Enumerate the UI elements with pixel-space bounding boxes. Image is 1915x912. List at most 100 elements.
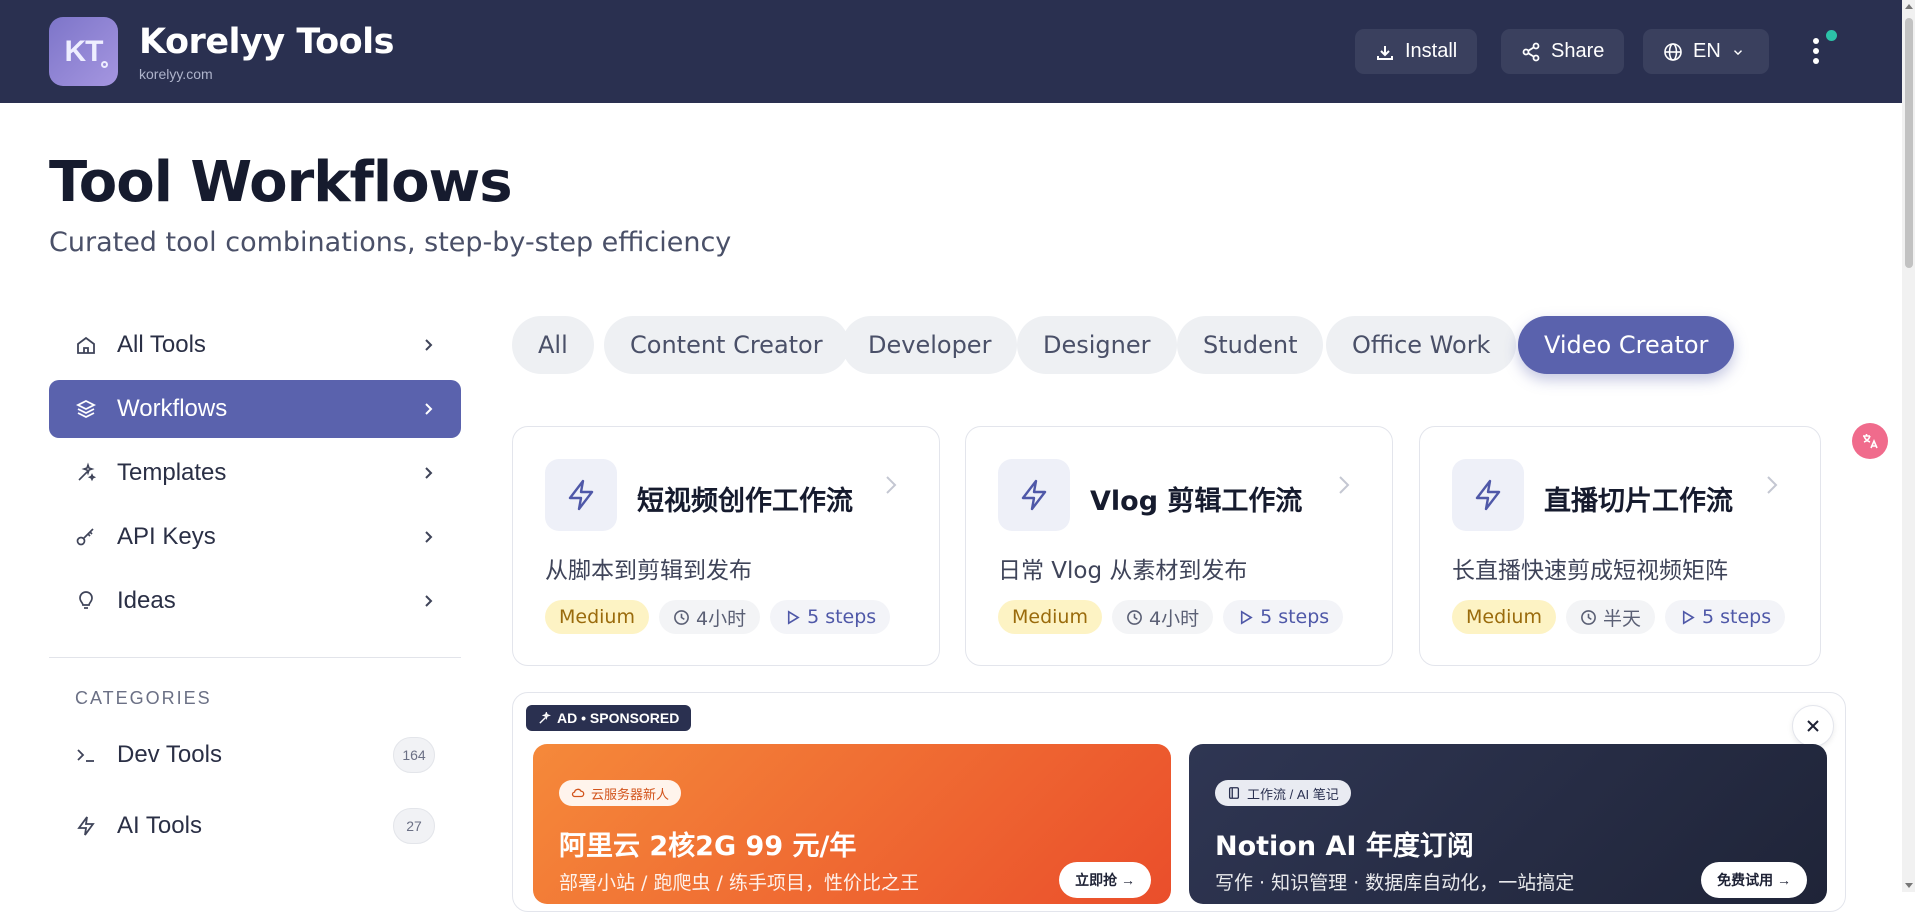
sidebar-item-label: API Keys xyxy=(117,523,216,550)
sidebar-item-api-keys[interactable]: API Keys xyxy=(49,508,461,566)
category-item-dev-tools[interactable]: Dev Tools 164 xyxy=(49,730,461,780)
share-button[interactable]: Share xyxy=(1501,29,1625,74)
steps-label: 5 steps xyxy=(807,606,877,628)
sparkle-wand-icon xyxy=(539,711,551,724)
category-label: Dev Tools xyxy=(117,741,222,768)
filter-chip-designer[interactable]: Designer xyxy=(1017,316,1177,374)
workflow-card[interactable]: Vlog 剪辑工作流 日常 Vlog 从素材到发布 Medium 4小时 5 s… xyxy=(965,426,1393,666)
sidebar-divider xyxy=(49,657,461,658)
ad-tag: 云服务器新人 xyxy=(559,780,682,806)
ad-title: 阿里云 2核2G 99 元/年 xyxy=(559,831,857,862)
filter-chip-student[interactable]: Student xyxy=(1177,316,1324,374)
ad-card-notion[interactable]: 工作流 / AI 笔记 Notion AI 年度订阅 写作 · 知识管理 · 数… xyxy=(1189,744,1827,904)
home-icon xyxy=(75,334,97,356)
brand-title[interactable]: Korelyy Tools xyxy=(139,22,395,62)
translate-icon[interactable] xyxy=(1852,423,1888,459)
ad-cta-button[interactable]: 立即抢 → xyxy=(1059,862,1151,898)
workflow-description: 长直播快速剪成短视频矩阵 xyxy=(1452,558,1728,584)
brand-logo[interactable]: KT xyxy=(49,17,118,86)
top-header: KT Korelyy Tools korelyy.com Install Sha… xyxy=(0,0,1902,103)
category-count-badge: 27 xyxy=(393,808,435,844)
chevron-right-icon xyxy=(425,595,433,607)
play-icon xyxy=(1240,609,1253,625)
lightning-icon xyxy=(545,459,617,531)
filter-chip-office-work[interactable]: Office Work xyxy=(1326,316,1517,374)
chevron-right-icon xyxy=(425,467,433,479)
key-icon xyxy=(75,526,97,548)
duration-badge: 4小时 xyxy=(1111,600,1214,634)
ad-title: Notion AI 年度订阅 xyxy=(1215,831,1474,862)
sidebar-item-label: All Tools xyxy=(117,331,206,358)
workflow-title: 短视频创作工作流 xyxy=(637,486,853,517)
steps-badge: 5 steps xyxy=(1665,600,1786,634)
ad-description: 部署小站 / 跑爬虫 / 练手项目，性价比之王 xyxy=(559,872,919,894)
workflow-card[interactable]: 短视频创作工作流 从脚本到剪辑到发布 Medium 4小时 5 steps xyxy=(512,426,940,666)
chevron-right-icon xyxy=(1767,476,1778,494)
lightning-icon xyxy=(998,459,1070,531)
sparkles-icon xyxy=(75,462,97,484)
ad-cta-button[interactable]: 免费试用 → xyxy=(1701,862,1807,898)
duration-badge: 半天 xyxy=(1565,600,1655,634)
chevron-right-icon xyxy=(425,403,433,415)
workflow-title: Vlog 剪辑工作流 xyxy=(1090,486,1303,517)
steps-badge: 5 steps xyxy=(770,600,891,634)
scroll-up-arrow[interactable] xyxy=(1905,4,1913,9)
play-icon xyxy=(1682,609,1695,625)
duration-label: 半天 xyxy=(1602,607,1641,630)
clock-icon xyxy=(1127,609,1142,625)
workflow-card[interactable]: 直播切片工作流 长直播快速剪成短视频矩阵 Medium 半天 5 steps xyxy=(1419,426,1821,666)
language-selector[interactable]: EN xyxy=(1643,29,1769,74)
install-button[interactable]: Install xyxy=(1355,29,1478,74)
lightning-icon xyxy=(75,815,97,837)
workflow-title: 直播切片工作流 xyxy=(1544,486,1733,517)
logo-dot xyxy=(101,61,108,68)
share-label: Share xyxy=(1551,40,1605,62)
sidebar-item-workflows[interactable]: Workflows xyxy=(49,380,461,438)
sidebar-item-label: Templates xyxy=(117,459,227,486)
more-menu-icon[interactable] xyxy=(1806,34,1826,68)
close-icon xyxy=(1807,720,1819,732)
chevron-right-icon xyxy=(1339,476,1350,494)
share-icon xyxy=(1522,42,1540,61)
terminal-icon xyxy=(75,744,97,766)
globe-icon xyxy=(1664,42,1682,61)
scroll-down-arrow[interactable] xyxy=(1905,883,1913,888)
sidebar-item-label: Ideas xyxy=(117,587,176,614)
ad-tag: 工作流 / AI 笔记 xyxy=(1215,780,1351,806)
duration-badge: 4小时 xyxy=(658,600,761,634)
steps-label: 5 steps xyxy=(1702,606,1772,628)
ad-sponsored-badge: AD • SPONSORED xyxy=(526,705,692,731)
sidebar-item-all-tools[interactable]: All Tools xyxy=(49,316,461,374)
install-icon xyxy=(1377,45,1393,60)
difficulty-badge: Medium xyxy=(545,600,649,634)
status-dot xyxy=(1826,30,1837,41)
layers-icon xyxy=(75,398,97,420)
steps-label: 5 steps xyxy=(1260,606,1330,628)
install-label: Install xyxy=(1405,40,1458,62)
chevron-down-icon xyxy=(1733,49,1742,55)
scrollbar-thumb[interactable] xyxy=(1905,18,1913,268)
filter-chip-video-creator[interactable]: Video Creator xyxy=(1518,316,1735,374)
filter-chip-content-creator[interactable]: Content Creator xyxy=(604,316,849,374)
sidebar-item-templates[interactable]: Templates xyxy=(49,444,461,502)
language-label: EN xyxy=(1693,40,1721,62)
close-ad-button[interactable] xyxy=(1792,705,1834,747)
clock-icon xyxy=(674,609,689,625)
difficulty-badge: Medium xyxy=(1452,600,1556,634)
ad-tag-label: 工作流 / AI 笔记 xyxy=(1247,786,1339,802)
page-subtitle: Curated tool combinations, step-by-step … xyxy=(49,227,732,258)
ad-badge-label: AD • SPONSORED xyxy=(557,710,680,726)
difficulty-badge: Medium xyxy=(998,600,1102,634)
filter-chip-all[interactable]: All xyxy=(512,316,594,374)
notebook-icon xyxy=(1228,787,1240,799)
play-icon xyxy=(787,609,800,625)
ad-tag-label: 云服务器新人 xyxy=(591,786,670,802)
workflow-description: 从脚本到剪辑到发布 xyxy=(545,558,752,584)
sidebar-item-ideas[interactable]: Ideas xyxy=(49,572,461,630)
ad-card-aliyun[interactable]: 云服务器新人 阿里云 2核2G 99 元/年 部署小站 / 跑爬虫 / 练手项目… xyxy=(533,744,1171,904)
page-scrollbar[interactable] xyxy=(1902,0,1915,892)
categories-heading: CATEGORIES xyxy=(75,688,212,708)
duration-label: 4小时 xyxy=(1148,607,1200,630)
filter-chip-developer[interactable]: Developer xyxy=(842,316,1018,374)
category-item-ai-tools[interactable]: AI Tools 27 xyxy=(49,801,461,851)
